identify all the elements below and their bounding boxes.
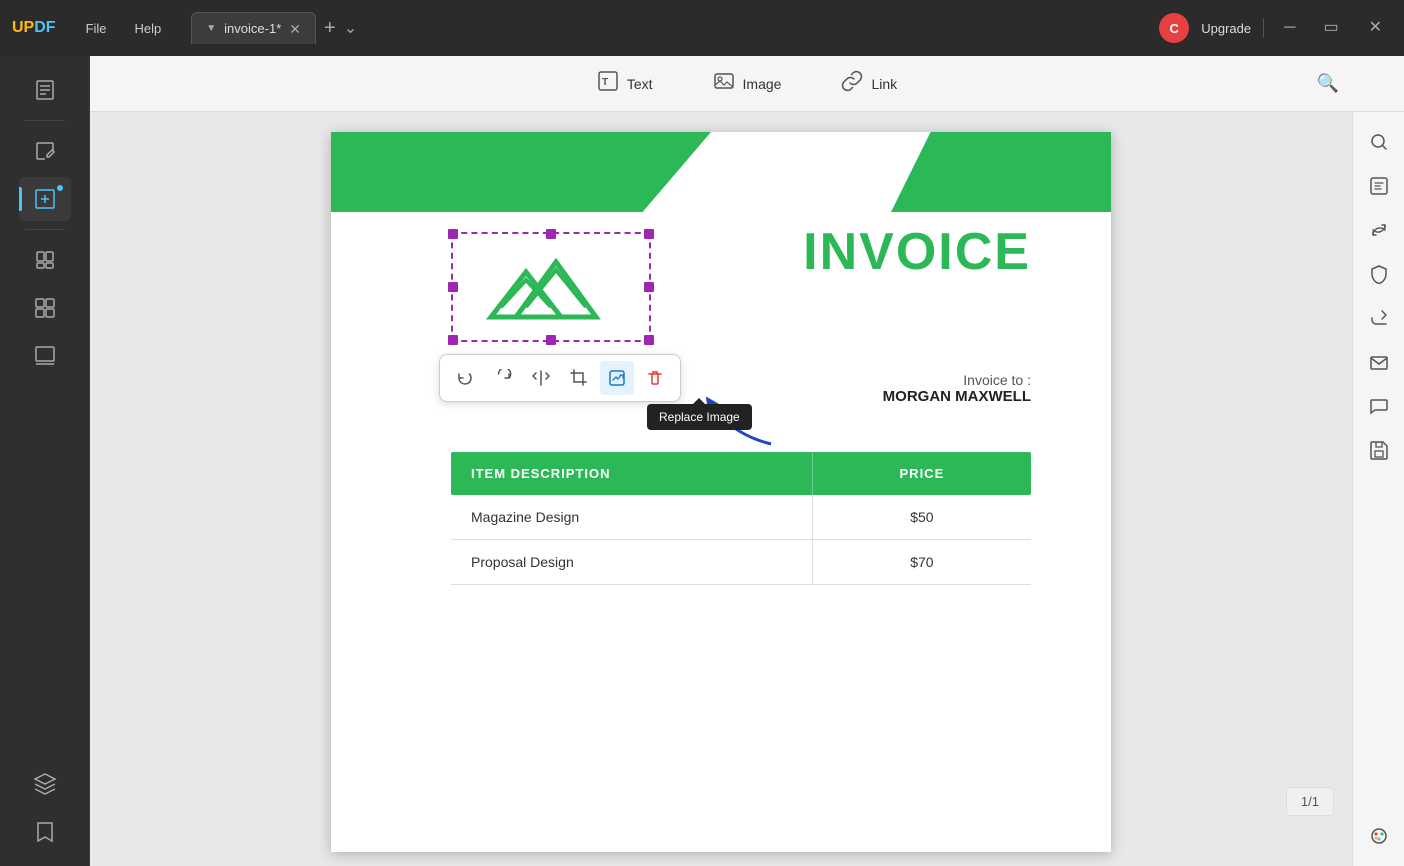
- sidebar-divider-2: [25, 229, 65, 230]
- handle-top-mid[interactable]: [546, 229, 556, 239]
- image-icon: [713, 70, 735, 97]
- sidebar-bottom-icon: [1361, 818, 1397, 854]
- maximize-button[interactable]: ▭: [1315, 16, 1346, 40]
- toolbar-text-label: Text: [627, 76, 653, 92]
- ocr-icon[interactable]: [1361, 168, 1397, 204]
- sidebar-item-markup[interactable]: [19, 129, 71, 173]
- tab-label: invoice-1*: [224, 21, 281, 36]
- invoice-header: [331, 132, 1111, 212]
- menu-help[interactable]: Help: [121, 15, 176, 42]
- convert-icon[interactable]: [1361, 212, 1397, 248]
- delete-image-button[interactable]: [638, 361, 672, 395]
- palette-icon[interactable]: [1361, 818, 1397, 854]
- email-icon[interactable]: [1361, 344, 1397, 380]
- handle-bot-left[interactable]: [448, 335, 458, 345]
- titlebar-right: C Upgrade ─ ▭ ✕: [1159, 13, 1392, 43]
- invoice-to-label: Invoice to :: [883, 372, 1031, 388]
- table-cell-price-2: $70: [813, 540, 1031, 584]
- active-indicator: [57, 185, 63, 191]
- rotate-right-button[interactable]: [486, 361, 520, 395]
- toolbar: T Text Image: [90, 56, 1404, 112]
- search-icon[interactable]: 🔍: [1310, 66, 1346, 102]
- close-button[interactable]: ✕: [1359, 16, 1392, 40]
- toolbar-text[interactable]: T Text: [587, 64, 663, 103]
- toolbar-image-label: Image: [743, 76, 782, 92]
- tab-invoice-1[interactable]: ▼ invoice-1* ✕: [191, 12, 316, 44]
- link-icon: [841, 70, 863, 97]
- handle-mid-left[interactable]: [448, 282, 458, 292]
- header-right: [891, 132, 1111, 212]
- toolbar-right-icons: 🔍: [1310, 66, 1346, 102]
- toolbar-image[interactable]: Image: [703, 64, 792, 103]
- table-row-1: Magazine Design $50: [451, 495, 1031, 540]
- chat-icon[interactable]: [1361, 388, 1397, 424]
- tab-add-icon[interactable]: +: [324, 18, 336, 38]
- content-with-sidebar: Replace Image: [90, 112, 1404, 866]
- sidebar-item-organize[interactable]: [19, 286, 71, 330]
- handle-bot-mid[interactable]: [546, 335, 556, 345]
- invoice-title: INVOICE: [803, 222, 1031, 282]
- col-price: PRICE: [813, 452, 1031, 495]
- invoice-table: ITEM DESCRIPTION PRICE Magazine Design $…: [451, 452, 1031, 585]
- sidebar-item-bookmark[interactable]: [19, 810, 71, 854]
- replace-image-tooltip: Replace Image: [647, 404, 752, 430]
- toolbar-link[interactable]: Link: [831, 64, 907, 103]
- protect-icon[interactable]: [1361, 256, 1397, 292]
- handle-bot-right[interactable]: [644, 335, 654, 345]
- invoice-to-value: MORGAN MAXWELL: [883, 388, 1031, 405]
- content-area: Replace Image: [90, 112, 1352, 866]
- titlebar: UPDF File Help ▼ invoice-1* ✕ + ⌄ C Upgr…: [0, 0, 1404, 56]
- image-toolbar: [439, 354, 681, 402]
- sidebar-item-pages[interactable]: [19, 238, 71, 282]
- sidebar-bottom: [19, 762, 71, 854]
- app-logo: UPDF: [12, 19, 56, 37]
- text-icon: T: [597, 70, 619, 97]
- pdf-page: Replace Image: [331, 132, 1111, 852]
- share-icon[interactable]: [1361, 300, 1397, 336]
- table-row-2: Proposal Design $70: [451, 540, 1031, 585]
- table-cell-price-1: $50: [813, 495, 1031, 539]
- toolbar-link-label: Link: [871, 76, 897, 92]
- center-area: T Text Image: [90, 56, 1404, 866]
- divider: [1263, 18, 1264, 38]
- flip-button[interactable]: [524, 361, 558, 395]
- page-number: 1/1: [1286, 787, 1334, 816]
- logo-image: [471, 242, 631, 332]
- handle-top-left[interactable]: [448, 229, 458, 239]
- tab-dropdown-icon[interactable]: ▼: [206, 23, 216, 34]
- main-layout: T Text Image: [0, 56, 1404, 866]
- replace-image-button[interactable]: [600, 361, 634, 395]
- sidebar-item-reader[interactable]: [19, 68, 71, 112]
- invoice-to-block: Invoice to : MORGAN MAXWELL: [883, 372, 1031, 405]
- tab-close-icon[interactable]: ✕: [289, 22, 301, 36]
- tab-area: ▼ invoice-1* ✕ + ⌄: [191, 12, 1159, 44]
- handle-mid-right[interactable]: [644, 282, 654, 292]
- save-icon[interactable]: [1361, 432, 1397, 468]
- right-sidebar: [1352, 112, 1404, 866]
- user-avatar: C: [1159, 13, 1189, 43]
- handle-top-right[interactable]: [644, 229, 654, 239]
- pdf-area: Replace Image: [90, 112, 1352, 866]
- search-right-icon[interactable]: [1361, 124, 1397, 160]
- upgrade-button[interactable]: Upgrade: [1201, 21, 1251, 36]
- minimize-button[interactable]: ─: [1276, 16, 1303, 40]
- sidebar-divider-1: [25, 120, 65, 121]
- crop-button[interactable]: [562, 361, 596, 395]
- table-cell-desc-2: Proposal Design: [451, 540, 813, 584]
- menu-file[interactable]: File: [72, 15, 121, 42]
- svg-text:T: T: [602, 77, 608, 88]
- table-cell-desc-1: Magazine Design: [451, 495, 813, 539]
- header-left: [331, 132, 711, 212]
- tabs-overflow-icon[interactable]: ⌄: [344, 18, 357, 38]
- sidebar-item-layers[interactable]: [19, 762, 71, 806]
- sidebar-item-edit[interactable]: [19, 177, 71, 221]
- left-sidebar: [0, 56, 90, 866]
- sidebar-item-thumbnails[interactable]: [19, 334, 71, 378]
- logo-container[interactable]: [451, 232, 651, 342]
- rotate-left-button[interactable]: [448, 361, 482, 395]
